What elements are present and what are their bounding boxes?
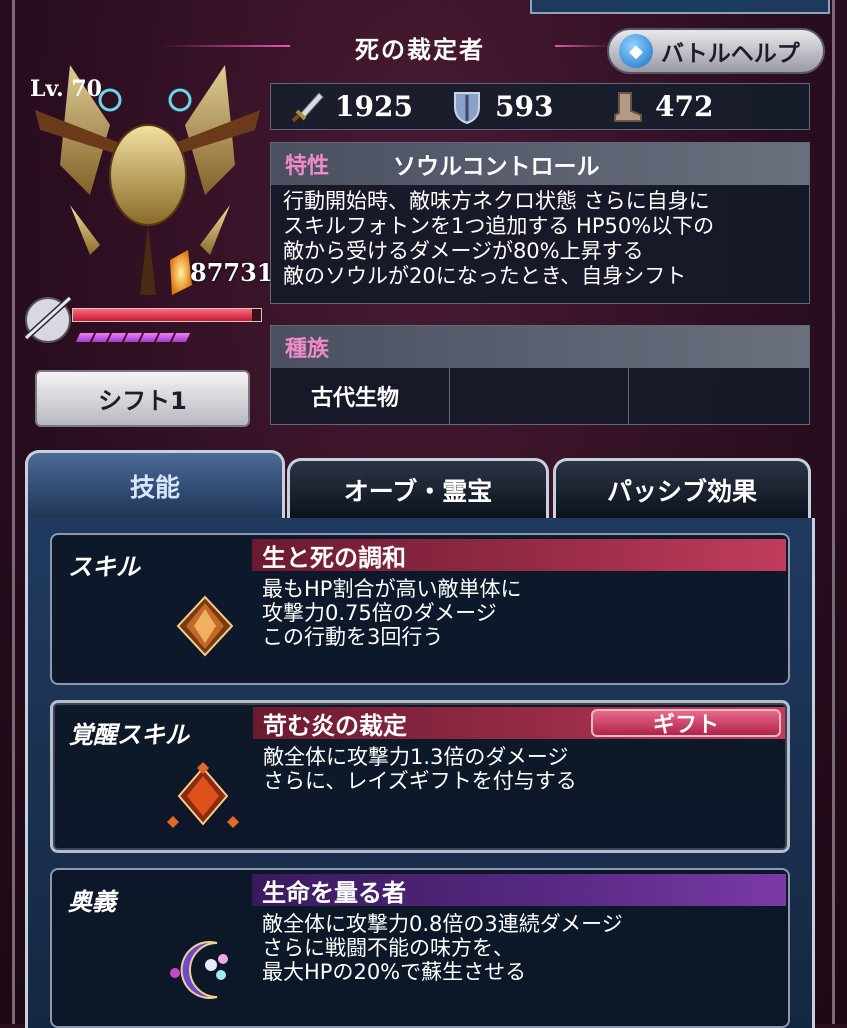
tab-passive[interactable]: パッシブ効果 [553,458,811,518]
weapon-type-icon [23,295,73,343]
speed-stat: 472 [591,89,751,125]
hp-bar-fill [73,309,252,321]
trait-header: 特性 ソウルコントロール [271,143,809,185]
awaken-skill-card[interactable]: 覚醒スキル 苛む炎の裁定 ギフト 敵全体に攻撃力1.3倍のダメージ さらに、レイ… [50,700,790,853]
skill-type-label: 覚醒スキル [69,721,189,749]
race-cells: 古代生物 [271,368,809,424]
sword-icon [291,91,324,122]
race-cell [629,368,808,424]
race-cell: 古代生物 [271,368,450,424]
skill-line: 敵全体に攻撃力0.8倍の3連続ダメージ [262,912,623,936]
defense-value: 593 [495,90,554,123]
tab-orbs[interactable]: オーブ・霊宝 [287,458,549,518]
race-panel: 種族 古代生物 [270,325,810,425]
title-decoration-left [160,45,290,47]
battle-help-label: バトルヘルプ [661,41,800,67]
awaken-gem-icon [167,762,239,828]
skill-name: 生と死の調和 [252,539,786,572]
moon-orb-icon [170,941,228,999]
skill-line: 最大HPの20%で蘇生させる [262,960,527,984]
gift-badge: ギフト [591,709,781,738]
skill-gem-icon [176,595,234,657]
tab-bar: 技能 オーブ・霊宝 パッシブ効果 [25,450,815,520]
trait-line: 行動開始時、敵味方ネクロ状態 さらに自身に [283,189,710,213]
top-strip [530,0,830,14]
help-icon: ◆ [619,34,653,68]
attack-value: 1925 [335,90,413,123]
battle-help-button[interactable]: ◆ バトルヘルプ [607,28,825,74]
skill-description: 敵全体に攻撃力1.3倍のダメージ さらに、レイズギフトを付与する [263,745,577,793]
speed-value: 472 [655,90,714,123]
race-label: 種族 [271,326,809,368]
trait-label: 特性 [285,154,330,179]
skill-description: 最もHP割合が高い敵単体に 攻撃力0.75倍のダメージ この行動を3回行う [262,577,521,649]
skill-type-label: 奥義 [68,888,116,916]
trait-panel: 特性 ソウルコントロール 行動開始時、敵味方ネクロ状態 さらに自身に スキルフォ… [270,142,810,304]
skill-line: さらに戦闘不能の味方を、 [262,936,514,960]
trait-description: 行動開始時、敵味方ネクロ状態 さらに自身に スキルフォトンを1つ追加する HP5… [271,185,809,289]
skill-card[interactable]: スキル 生と死の調和 最もHP割合が高い敵単体に 攻撃力0.75倍のダメージ こ… [50,533,790,685]
trait-line: 敵から受けるダメージが80%上昇する [283,239,644,263]
skill-type-label: スキル [68,553,140,581]
skill-line: 最もHP割合が高い敵単体に [262,577,522,601]
hp-bar [72,308,262,322]
unit-hp: 87731 [190,258,274,287]
skill-line: 敵全体に攻撃力1.3倍のダメージ [263,745,569,769]
attack-stat: 1925 [271,89,431,125]
boot-icon [614,91,642,122]
skill-line: さらに、レイズギフトを付与する [263,769,577,793]
race-cell [450,368,629,424]
title-decoration-right [555,45,610,47]
soul-pip [171,333,191,342]
stats-bar: 1925 593 472 [270,83,810,130]
skill-description: 敵全体に攻撃力0.8倍の3連続ダメージ さらに戦闘不能の味方を、 最大HPの20… [262,912,623,984]
trait-name: ソウルコントロール [393,154,600,180]
shield-icon [454,91,480,124]
skill-name: 生命を量る者 [252,874,786,907]
trait-line: スキルフォトンを1つ追加する HP50%以下の [283,214,715,238]
skill-line: この行動を3回行う [262,625,444,649]
tab-skills[interactable]: 技能 [25,450,285,518]
defense-stat: 593 [431,89,591,125]
soul-gauge [75,333,191,342]
unit-level: Lv. 70 [30,76,102,102]
trait-line: 敵のソウルが20になったとき、自身シフト [283,264,687,288]
skill-line: 攻撃力0.75倍のダメージ [262,601,497,625]
page-title: 死の裁定者 [355,36,485,64]
ultimate-skill-card[interactable]: 奥義 生命を量る者 敵全体に攻撃力0.8倍の3連続ダメージ さらに戦闘不能の味方… [50,868,790,1028]
shift-button[interactable]: シフト1 [35,370,250,427]
